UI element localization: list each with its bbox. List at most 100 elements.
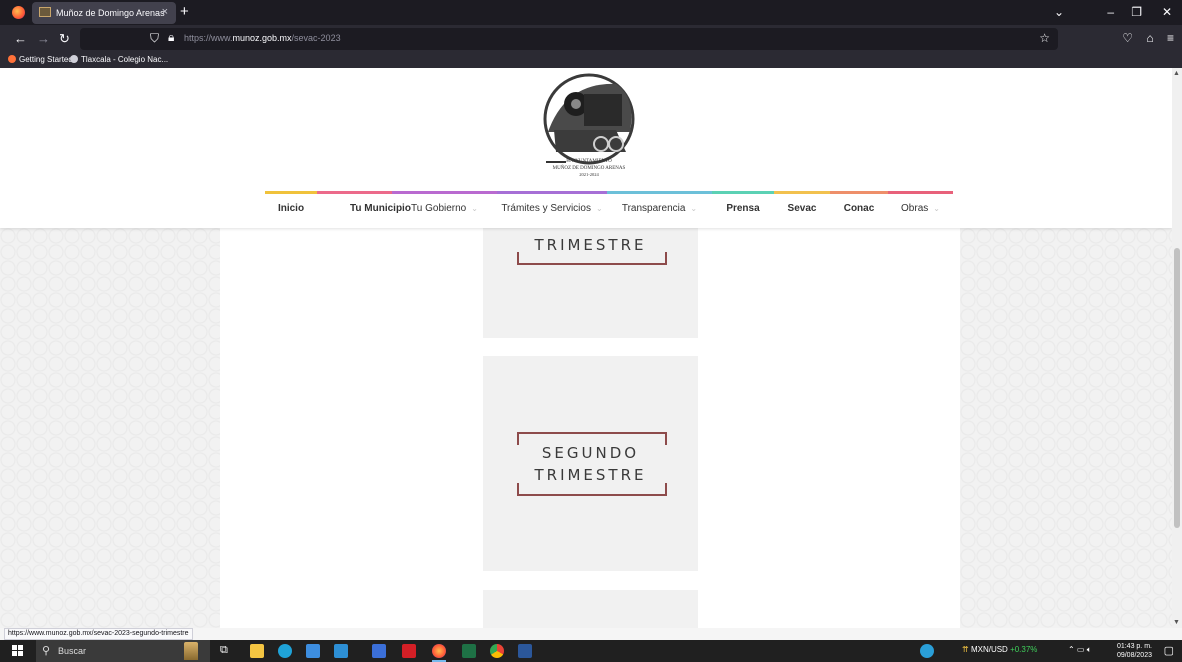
scroll-down-icon[interactable]: ▼ [1173, 619, 1180, 626]
pocket-icon[interactable]: ♡ [1122, 31, 1133, 45]
word-icon[interactable] [518, 644, 532, 658]
menu-label: Prensa [726, 203, 760, 214]
url-text[interactable]: https://www.munoz.gob.mx/sevac-2023 [184, 33, 341, 43]
tab-title: Muñoz de Domingo Arenas [56, 8, 165, 18]
close-window-icon[interactable]: ✕ [1162, 5, 1172, 19]
clock-time: 01:43 p. m. [1116, 643, 1152, 650]
ticker-change: +0.37% [1010, 645, 1038, 654]
bookmark-getting-started[interactable]: Getting Started [8, 55, 73, 64]
menu-color-bar [774, 191, 830, 194]
chrome-icon[interactable] [490, 644, 504, 658]
url-path: /sevac-2023 [291, 33, 341, 43]
left-background-pattern [0, 228, 220, 628]
right-background-pattern [960, 228, 1172, 628]
bookmark-tlaxcala[interactable]: Tlaxcala - Colegio Nac... [70, 55, 168, 64]
search-placeholder: Buscar [58, 646, 87, 656]
link-status-url: https://www.munoz.gob.mx/sevac-2023-segu… [4, 628, 193, 640]
new-tab-button[interactable]: + [180, 3, 189, 20]
clock[interactable]: 01:43 p. m. 09/08/2023 [1117, 642, 1152, 660]
globe-icon [70, 55, 78, 63]
menu-color-bar [265, 191, 317, 194]
menu-item-prensa[interactable]: Prensa [712, 191, 774, 227]
tracking-shield-icon[interactable]: ⛉ [150, 31, 159, 46]
firefox-icon[interactable] [432, 644, 446, 658]
page-scrollbar[interactable]: ▲ ▼ [1172, 68, 1182, 628]
bracket-bottom [517, 483, 667, 496]
lock-icon[interactable]: 🔒︎ [168, 30, 174, 45]
system-tray[interactable]: ⌃ ▭ 🔈︎ [1068, 645, 1092, 655]
menu-item-conac[interactable]: Conac [830, 191, 888, 227]
edge-icon[interactable] [278, 644, 292, 658]
trimestre-card-segundo[interactable]: SEGUNDO TRIMESTRE [483, 356, 698, 571]
help-icon[interactable] [920, 644, 934, 658]
menu-item-obras[interactable]: Obras ⌄ [888, 191, 953, 227]
task-view-icon[interactable]: ⧉ [220, 644, 234, 658]
ticker-icon: ⇈ [962, 645, 969, 654]
currency-ticker[interactable]: ⇈ MXN/USD +0.37% [962, 645, 1037, 654]
file-explorer-icon[interactable] [250, 644, 264, 658]
ticker-label: MXN/USD [970, 645, 1008, 654]
list-tabs-icon[interactable]: ⌄ [1054, 5, 1064, 19]
scroll-up-icon[interactable]: ▲ [1173, 70, 1180, 77]
chevron-down-icon: ⌄ [933, 204, 940, 213]
url-prefix: https://www. [184, 33, 233, 43]
logo-line-1: H. AYUNTAMIENTO [566, 159, 612, 164]
municipality-logo[interactable]: H. AYUNTAMIENTO MUÑOZ DE DOMINGO ARENAS … [526, 72, 652, 184]
url-domain: munoz.gob.mx [232, 33, 292, 43]
back-icon[interactable]: ← [14, 31, 27, 46]
mail-icon[interactable] [334, 644, 348, 658]
site-header: H. AYUNTAMIENTO MUÑOZ DE DOMINGO ARENAS … [0, 68, 1172, 228]
tab-close-icon[interactable]: × [162, 6, 168, 18]
windows-taskbar: ⚲ Buscar ⧉ ⇈ MXN/USD +0.37% ⌃ ▭ 🔈︎ 01:43… [0, 640, 1182, 662]
menu-label: Conac [843, 203, 875, 214]
notifications-icon[interactable]: ▢ [1164, 644, 1174, 657]
url-bar[interactable]: ⛉ 🔒︎ https://www.munoz.gob.mx/sevac-2023… [80, 28, 1058, 50]
menu-color-bar [830, 191, 888, 194]
navigation-toolbar: ← → ↻ ⛉ 🔒︎ https://www.munoz.gob.mx/seva… [0, 25, 1182, 53]
menu-label: Tu Gobierno [411, 203, 467, 214]
chevron-down-icon: ⌄ [471, 204, 478, 213]
menu-label: Transparencia [621, 203, 686, 214]
bookmarks-toolbar: Getting Started Tlaxcala - Colegio Nac..… [0, 53, 1182, 68]
menu-item-tu-gobierno[interactable]: Tu Gobierno ⌄ [392, 191, 497, 227]
bookmark-label: Getting Started [19, 55, 73, 64]
menu-label: Trámites y Servicios [501, 203, 591, 214]
menu-item-sevac[interactable]: Sevac [774, 191, 830, 227]
scrollbar-thumb[interactable] [1174, 248, 1180, 528]
forward-icon[interactable]: → [37, 31, 50, 46]
store-icon[interactable] [306, 644, 320, 658]
menu-icon[interactable]: ≡ [1167, 31, 1174, 45]
menu-color-bar [392, 191, 497, 194]
reload-icon[interactable]: ↻ [59, 31, 70, 47]
chevron-down-icon: ⌄ [595, 204, 603, 213]
maximize-icon[interactable]: ❐ [1131, 5, 1142, 19]
netflix-icon[interactable] [402, 644, 416, 658]
firefox-icon[interactable] [12, 6, 25, 19]
menu-color-bar [497, 191, 607, 194]
menu-item-transparencia[interactable]: Transparencia ⌄ [607, 191, 712, 227]
trimestre-card-tercero[interactable] [483, 590, 698, 628]
firefox-icon [8, 55, 16, 63]
menu-label: Obras [901, 203, 929, 214]
minimize-icon[interactable]: – [1107, 5, 1114, 19]
windows-start-icon[interactable] [12, 645, 23, 656]
excel-icon[interactable] [462, 644, 476, 658]
browser-tab-bar: Muñoz de Domingo Arenas × + ⌄ – ❐ ✕ [0, 0, 1182, 25]
menu-color-bar [712, 191, 774, 194]
card-title-line-1: SEGUNDO [541, 444, 640, 462]
site-favicon-icon [39, 7, 51, 17]
web-page: H. AYUNTAMIENTO MUÑOZ DE DOMINGO ARENAS … [0, 68, 1172, 628]
toolbar-right: ♡ ⌂ ≡ [1122, 31, 1174, 45]
bookmark-label: Tlaxcala - Colegio Nac... [81, 55, 169, 64]
bookmark-star-icon[interactable]: ☆ [1039, 31, 1050, 45]
teams-icon[interactable] [372, 644, 386, 658]
menu-item-tramites[interactable]: Trámites y Servicios ⌄ [497, 191, 607, 227]
logo-line-2: MUÑOZ DE DOMINGO ARENAS [553, 165, 626, 171]
menu-color-bar [607, 191, 712, 194]
taskbar-search[interactable]: ⚲ Buscar [36, 640, 210, 662]
account-icon[interactable]: ⌂ [1146, 31, 1153, 45]
browser-tab[interactable]: Muñoz de Domingo Arenas × [32, 2, 176, 24]
search-icon: ⚲ [42, 645, 51, 657]
menu-item-inicio[interactable]: Inicio [265, 191, 317, 227]
search-highlight-icon [184, 642, 198, 660]
